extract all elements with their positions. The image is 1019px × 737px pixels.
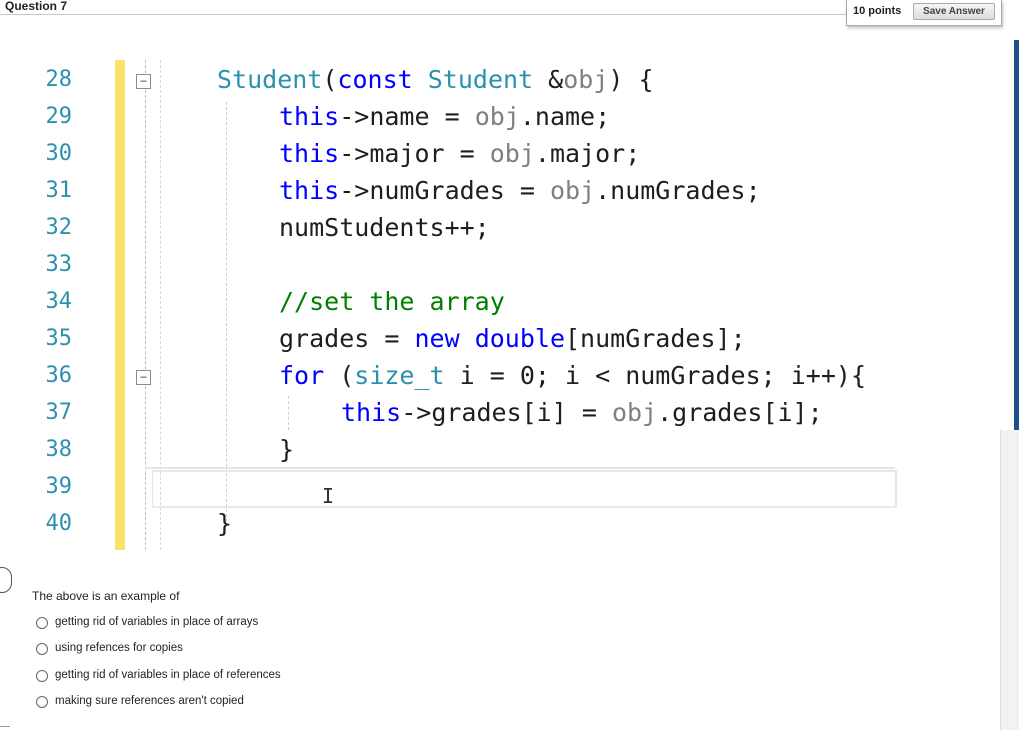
line-number: 31: [45, 178, 73, 203]
window-edge: [1014, 40, 1019, 430]
line-number: 37: [45, 400, 73, 425]
points-panel: 10 points Save Answer: [846, 0, 1002, 26]
scroll-handle[interactable]: [0, 567, 12, 593]
current-line-top: [145, 467, 895, 469]
line-number: 32: [45, 215, 73, 240]
code-line-29: this->name = obj.name;: [279, 102, 611, 131]
collapse-icon: −: [136, 74, 151, 89]
divider: [0, 726, 10, 727]
line-number: 34: [45, 289, 73, 314]
question-title: Question 7: [5, 0, 68, 13]
code-line-40: }: [217, 509, 233, 538]
answer-option-label: getting rid of variables in place of ref…: [55, 669, 281, 681]
code-line-28: Student(const Student &obj) {: [217, 65, 654, 94]
code-line-30: this->major = obj.major;: [279, 139, 641, 168]
indent-guide: [288, 396, 289, 430]
change-indicator-bar: [115, 60, 125, 550]
code-line-36: for (size_t i = 0; i < numGrades; i++){: [279, 361, 867, 390]
line-number: 30: [45, 141, 73, 166]
save-answer-button[interactable]: Save Answer: [913, 3, 995, 20]
current-line-highlight: [152, 470, 897, 508]
line-number: 28: [45, 67, 73, 92]
answer-option-label: getting rid of variables in place of arr…: [55, 616, 259, 628]
line-number: 39: [45, 474, 73, 499]
window-edge-lower: [1000, 430, 1019, 730]
question-prompt: The above is an example of: [32, 589, 180, 603]
radio-button[interactable]: [36, 670, 48, 682]
line-number: 36: [45, 363, 73, 388]
radio-button[interactable]: [36, 696, 48, 708]
fold-guide: [145, 60, 146, 550]
code-screenshot: 28 29 30 31 32 33 34 35 36 37 38 39 40 −…: [0, 50, 1000, 560]
line-number: 38: [45, 437, 73, 462]
answer-option-label: using refences for copies: [55, 642, 183, 654]
code-line-38: }: [279, 435, 295, 464]
line-number: 35: [45, 326, 73, 351]
line-number: 40: [45, 511, 73, 536]
indent-guide: [226, 102, 227, 522]
line-number: 33: [45, 252, 73, 277]
text-cursor-icon: I: [322, 484, 335, 508]
code-line-37: this->grades[i] = obj.grades[i];: [341, 398, 823, 427]
line-number: 29: [45, 104, 73, 129]
code-line-35: grades = new double[numGrades];: [279, 324, 746, 353]
points-label: 10 points: [853, 5, 902, 17]
code-line-34: //set the array: [279, 287, 505, 316]
answer-option-label: making sure references aren't copied: [55, 695, 244, 707]
radio-button[interactable]: [36, 643, 48, 655]
collapse-icon: −: [136, 370, 151, 385]
radio-button[interactable]: [36, 617, 48, 629]
code-line-31: this->numGrades = obj.numGrades;: [279, 176, 761, 205]
code-line-32: numStudents++;: [279, 213, 490, 242]
